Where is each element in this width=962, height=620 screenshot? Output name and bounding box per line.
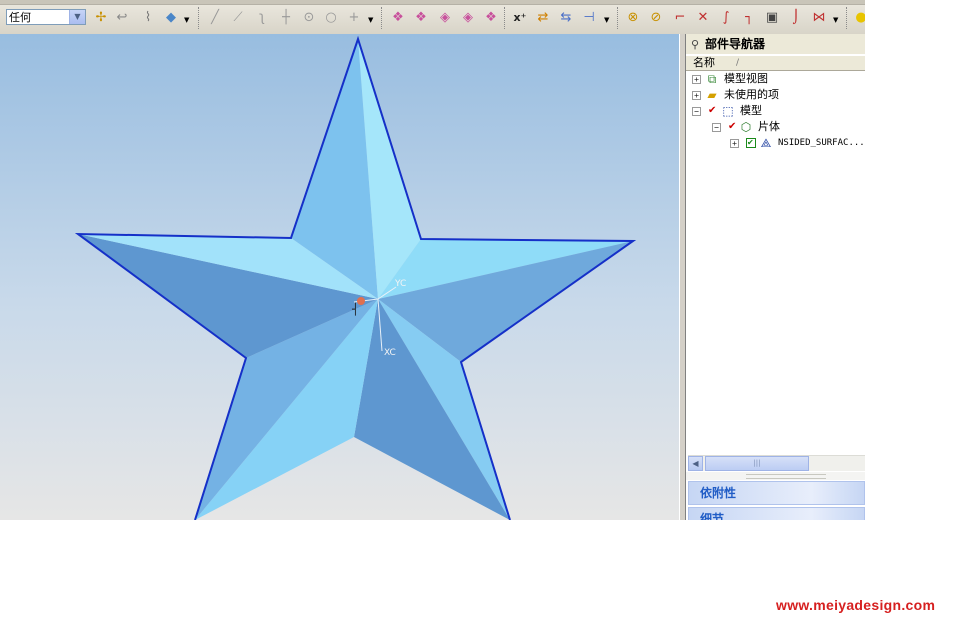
selection-filter-value: 任何 (9, 11, 31, 24)
part-navigator-title: 部件导航器 (705, 37, 766, 51)
snap-point-icon[interactable]: ✢ (92, 9, 110, 27)
toolbar-separator (504, 7, 507, 29)
check-icon[interactable]: ✔ (746, 138, 756, 148)
line-angle-icon[interactable]: ⟋ (229, 9, 247, 27)
model-icon: ⬚ (722, 104, 734, 118)
tree-item-label: 模型视图 (724, 72, 768, 85)
collapse-toggle[interactable]: − (712, 123, 721, 132)
check-icon[interactable]: ✔ (728, 122, 737, 132)
tree-item-label: 片体 (758, 120, 780, 133)
line-icon[interactable]: ╱ (206, 9, 224, 27)
curve-dropdown-icon[interactable]: ▼ (368, 16, 373, 24)
star-sheet-body[interactable] (74, 35, 637, 520)
column-sort-marker: / (736, 58, 740, 68)
fillet-icon[interactable]: ⌡ (787, 9, 805, 27)
website-watermark: www.meiyadesign.com (776, 597, 936, 613)
point-icon[interactable]: ┼ (277, 9, 295, 27)
mirror-icon[interactable]: ⊣ (580, 9, 598, 27)
column-name-label: 名称 (693, 56, 715, 69)
toolbar-separator (617, 7, 620, 29)
tree-item-model-views[interactable]: + ⧉ 模型视图 (686, 71, 865, 87)
tree-item-sheet-body[interactable]: − ✔ ⬡ 片体 (686, 119, 865, 135)
arc-icon[interactable]: ʅ (253, 9, 271, 27)
panel-splitter[interactable] (679, 34, 686, 520)
tree-item-label: 未使用的项 (724, 88, 779, 101)
blend-icon[interactable]: ⋈ (810, 9, 828, 27)
selection-filter-dropdown[interactable]: 任何 ▼ (6, 9, 86, 25)
corner-icon[interactable]: ┐ (740, 9, 758, 27)
surface-feature-icon: ⟁ (760, 136, 772, 150)
xc-axis-label: XC (384, 348, 396, 358)
xyz-icon[interactable]: x⁺ (511, 9, 529, 27)
surface-1-icon[interactable]: ❖ (389, 9, 407, 27)
check-icon[interactable]: ✔ (708, 106, 717, 116)
nx-application-window: 任何 ▼ ✢ ↩ ⌇ ◆ ▼ ╱ ⟋ ʅ ┼ ⊙ ○ + ▼ ❖ ❖ ◈ ◈ ❖… (0, 0, 865, 520)
part-navigator-panel: ⚲ 部件导航器 名称 / + ⧉ 模型视图 + ▰ 未使用的项 − ✔ ⬚ 模型… (686, 34, 865, 520)
main-toolbar: 任何 ▼ ✢ ↩ ⌇ ◆ ▼ ╱ ⟋ ʅ ┼ ⊙ ○ + ▼ ❖ ❖ ◈ ◈ ❖… (0, 0, 865, 35)
star-model-canvas: ┤ YC XC (74, 35, 637, 520)
chevron-down-icon[interactable]: ▼ (69, 10, 85, 24)
transform-2-icon[interactable]: ⇆ (557, 9, 575, 27)
undo-curve-icon[interactable]: ↩ (113, 9, 131, 27)
surface-5-icon[interactable]: ❖ (482, 9, 500, 27)
circle-icon[interactable]: ○ (322, 9, 340, 27)
scroll-left-icon[interactable]: ◀ (688, 456, 703, 471)
tree-item-model[interactable]: − ✔ ⬚ 模型 (686, 103, 865, 119)
surface-2-icon[interactable]: ❖ (412, 9, 430, 27)
expand-toggle[interactable]: + (692, 91, 701, 100)
transform-icon[interactable]: ⇄ (534, 9, 552, 27)
offset-icon[interactable]: ▣ (763, 9, 781, 27)
trim-icon[interactable]: ⌐ (671, 9, 689, 27)
model-views-icon: ⧉ (707, 72, 717, 86)
render-dropdown-icon[interactable]: ▼ (184, 16, 189, 24)
render-cube-icon[interactable]: ◆ (162, 9, 180, 27)
tree-item-nsided-surface[interactable]: + ✔ ⟁ NSIDED_SURFAC... (686, 135, 865, 151)
dependencies-section[interactable]: 依附性 (688, 481, 865, 505)
expand-toggle[interactable]: + (692, 75, 701, 84)
toolbar-separator (846, 7, 849, 29)
graphics-viewport[interactable]: ┤ YC XC (0, 34, 679, 520)
bridge-icon[interactable]: ∫ (717, 9, 735, 27)
sheet-body-icon: ⬡ (740, 120, 752, 134)
scrollbar-thumb[interactable]: ||| (705, 456, 809, 471)
toolbar-separator (381, 7, 384, 29)
pin-icon[interactable]: ⚲ (691, 35, 699, 55)
toolbar-top-strip (0, 0, 865, 5)
folder-icon: ▰ (707, 88, 717, 102)
surface-4-icon[interactable]: ◈ (459, 9, 477, 27)
split-icon[interactable]: ✕ (694, 9, 712, 27)
tree-item-label: NSIDED_SURFAC... (778, 138, 865, 148)
measure-icon[interactable]: ⌇ (139, 9, 157, 27)
tree-item-label: 模型 (740, 104, 762, 117)
circle-point-icon[interactable]: ⊙ (300, 9, 318, 27)
tree-item-unused-items[interactable]: + ▰ 未使用的项 (686, 87, 865, 103)
splitter-grip (746, 474, 826, 479)
transform-dropdown-icon[interactable]: ▼ (604, 16, 609, 24)
curve-ops-dropdown-icon[interactable]: ▼ (833, 16, 838, 24)
yc-axis-label: YC (394, 279, 406, 289)
navigator-section-splitter[interactable] (686, 472, 865, 480)
analysis-1-icon[interactable]: ⊗ (624, 9, 642, 27)
navigator-horizontal-scrollbar[interactable]: ◀ ||| (688, 455, 865, 471)
collapse-toggle[interactable]: − (692, 107, 701, 116)
expand-toggle[interactable]: + (730, 139, 739, 148)
column-header-name[interactable]: 名称 / (686, 56, 865, 71)
plus-icon[interactable]: + (345, 9, 363, 27)
details-section[interactable]: 细节 (688, 507, 865, 520)
analysis-2-icon[interactable]: ⊘ (647, 9, 665, 27)
toolbar-separator (198, 7, 201, 29)
part-navigator-header: ⚲ 部件导航器 (686, 34, 865, 54)
lamp-icon[interactable]: ● (852, 9, 865, 27)
surface-3-icon[interactable]: ◈ (436, 9, 454, 27)
svg-text:┤: ┤ (352, 302, 359, 316)
